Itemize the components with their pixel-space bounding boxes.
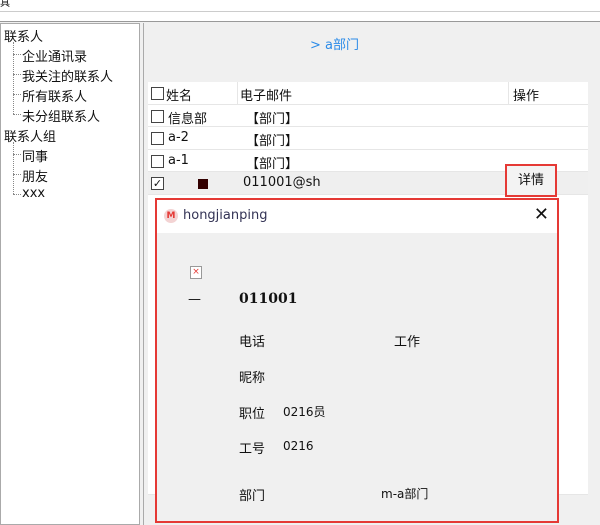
contact-details-dialog: M hongjianping ✕ × — 011001 电话 工作 昵称 职位 … bbox=[155, 198, 559, 523]
details-button[interactable]: 详情 bbox=[505, 164, 557, 197]
dept-label: 部门 bbox=[239, 489, 266, 504]
dept-value: m-a部门 bbox=[381, 487, 429, 501]
tree-item-all-contacts[interactable]: 所有联系人 bbox=[22, 86, 87, 105]
work-label: 工作 bbox=[394, 335, 421, 350]
position-label: 职位 bbox=[239, 407, 266, 422]
header-email: 电子邮件 bbox=[240, 89, 293, 104]
tree-item-friends[interactable]: 朋友 bbox=[22, 166, 48, 185]
user-id: 011001 bbox=[239, 291, 298, 307]
window-title: 具 bbox=[0, 0, 10, 9]
row-name: a-1 bbox=[168, 152, 189, 168]
number-label: 工号 bbox=[239, 442, 266, 457]
tree-item-enterprise-directory[interactable]: 企业通讯录 bbox=[22, 46, 87, 65]
toolbar bbox=[0, 12, 600, 22]
header-action: 操作 bbox=[513, 89, 540, 104]
close-icon[interactable]: ✕ bbox=[534, 204, 549, 225]
row-name: a-2 bbox=[168, 130, 189, 145]
contacts-tree: 联系人 企业通讯录 我关注的联系人 所有联系人 未分组联系人 联系人组 同事 朋… bbox=[0, 23, 140, 525]
avatar bbox=[198, 179, 208, 189]
position-value: 0216员 bbox=[283, 405, 326, 419]
tree-group-contact-groups[interactable]: 联系人组 bbox=[4, 126, 56, 145]
table-row[interactable]: 信息部 【部门】 bbox=[148, 104, 588, 127]
phone-label: 电话 bbox=[239, 335, 266, 350]
row-email: 011001@sh bbox=[243, 175, 321, 190]
header-name: 姓名 bbox=[166, 89, 193, 104]
row-email: 【部门】 bbox=[246, 156, 299, 172]
row-email: 【部门】 bbox=[246, 134, 299, 149]
select-all-checkbox[interactable] bbox=[151, 87, 164, 100]
app-logo-icon: M bbox=[164, 209, 178, 223]
number-value: 0216 bbox=[283, 439, 314, 453]
row-checkbox[interactable] bbox=[151, 132, 164, 145]
row-checkbox[interactable] bbox=[151, 154, 164, 168]
dialog-title-bar: M hongjianping ✕ bbox=[157, 200, 557, 233]
tree-item-colleagues[interactable]: 同事 bbox=[22, 146, 48, 165]
row-email: 【部门】 bbox=[246, 111, 299, 127]
row-checkbox[interactable] bbox=[151, 109, 164, 123]
scrollbar[interactable] bbox=[588, 82, 600, 512]
dash: — bbox=[188, 292, 201, 307]
tree-group-contacts[interactable]: 联系人 bbox=[4, 26, 43, 45]
dialog-title: hongjianping bbox=[183, 208, 268, 223]
title-bar: 具 bbox=[0, 0, 600, 12]
breadcrumb[interactable]: > a部门 bbox=[310, 34, 359, 53]
table-header: 姓名 电子邮件 操作 bbox=[148, 82, 588, 105]
tree-item-xxx[interactable]: xxx bbox=[22, 186, 45, 201]
row-checkbox-checked[interactable]: ✓ bbox=[151, 177, 164, 190]
broken-image-icon: × bbox=[190, 266, 202, 279]
table-row[interactable]: a-2 【部门】 bbox=[148, 127, 588, 150]
nickname-label: 昵称 bbox=[239, 371, 266, 386]
tree-item-ungrouped-contacts[interactable]: 未分组联系人 bbox=[22, 106, 100, 125]
tree-item-followed-contacts[interactable]: 我关注的联系人 bbox=[22, 66, 113, 85]
row-name: 信息部 bbox=[168, 111, 208, 127]
